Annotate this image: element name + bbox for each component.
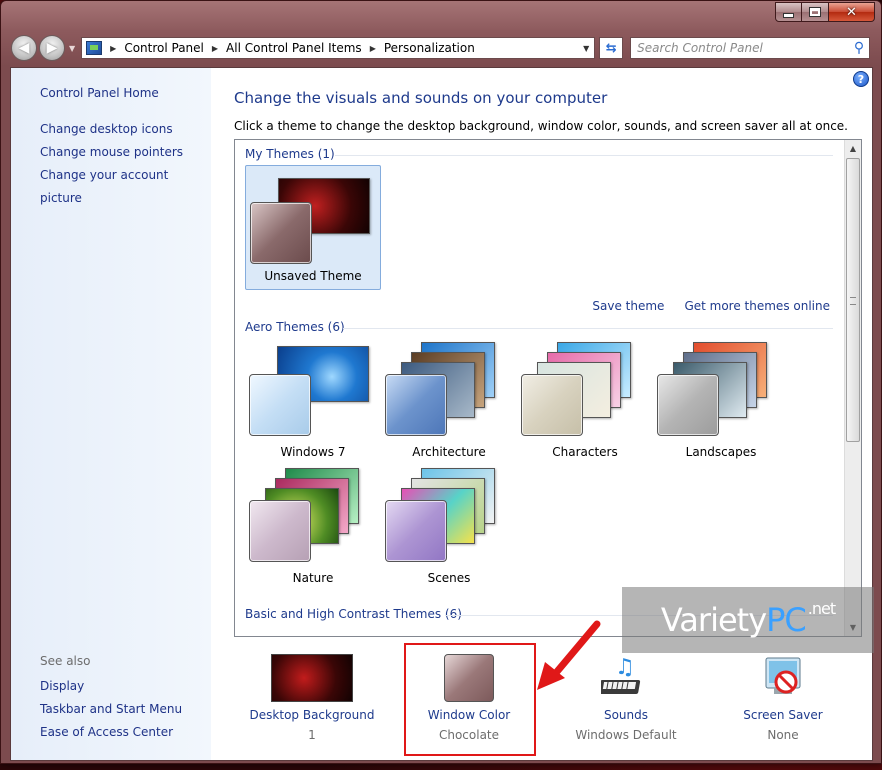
back-button[interactable]: ◀ — [11, 35, 37, 61]
search-placeholder: Search Control Panel — [637, 41, 763, 55]
theme-tile-architecture[interactable]: Architecture — [381, 340, 517, 465]
content-area: Control Panel Home Change desktop icons … — [10, 67, 874, 761]
screen-saver-icon — [758, 654, 808, 702]
see-also-list: Display Taskbar and Start Menu Ease of A… — [40, 675, 182, 744]
screen-saver-label[interactable]: Screen Saver — [708, 708, 858, 722]
theme-label: Characters — [552, 445, 618, 459]
theme-tile-unsaved[interactable]: Unsaved Theme — [245, 165, 381, 290]
group-basic-themes[interactable]: Basic and High Contrast Themes (6) — [245, 607, 462, 621]
search-input[interactable]: Search Control Panel ⚲ — [630, 37, 871, 59]
theme-list-scrollbar[interactable]: ▲ ▼ — [844, 140, 861, 636]
theme-tile-landscapes[interactable]: Landscapes — [653, 340, 789, 465]
theme-color-swatch — [657, 374, 719, 436]
back-arrow-icon: ◀ — [18, 40, 30, 56]
breadcrumb-control-panel[interactable]: Control Panel — [124, 41, 204, 55]
save-theme-link[interactable]: Save theme — [592, 299, 664, 313]
window-color-highlight — [404, 643, 536, 756]
group-aero-themes[interactable]: Aero Themes (6) — [245, 320, 345, 334]
theme-color-swatch — [385, 374, 447, 436]
see-also-heading: See also — [40, 654, 91, 668]
page-title: Change the visuals and sounds on your co… — [234, 89, 608, 107]
theme-color-swatch — [385, 500, 447, 562]
get-more-themes-link[interactable]: Get more themes online — [684, 299, 830, 313]
group-divider — [343, 328, 833, 329]
desktop-background-value: 1 — [308, 728, 316, 742]
theme-label: Unsaved Theme — [264, 269, 362, 283]
theme-label: Windows 7 — [280, 445, 346, 459]
group-divider — [335, 155, 833, 156]
search-icon[interactable]: ⚲ — [854, 40, 864, 56]
sounds-value: Windows Default — [575, 728, 677, 742]
refresh-button[interactable]: ⇆ — [599, 37, 624, 59]
scroll-up-icon[interactable]: ▲ — [845, 140, 861, 157]
theme-tile-windows7[interactable]: Windows 7 — [245, 340, 381, 465]
sidebar: Control Panel Home Change desktop icons … — [11, 68, 211, 760]
sidebar-item-account-picture[interactable]: Change your account picture — [40, 164, 211, 210]
close-icon: ✕ — [846, 4, 857, 20]
page-subtitle: Click a theme to change the desktop back… — [234, 119, 848, 133]
minimize-icon — [784, 13, 793, 17]
breadcrumb-all-items[interactable]: All Control Panel Items — [226, 41, 362, 55]
theme-color-swatch — [249, 500, 311, 562]
watermark-pc: PC — [766, 601, 807, 639]
theme-label: Nature — [292, 571, 334, 585]
breadcrumb-personalization[interactable]: Personalization — [384, 41, 475, 55]
watermark-variety: Variety — [660, 601, 767, 639]
theme-color-swatch — [521, 374, 583, 436]
theme-tile-characters[interactable]: Characters — [517, 340, 653, 465]
watermark: Variety PC .net — [622, 587, 874, 653]
theme-list: My Themes (1) Unsaved Theme Save theme G… — [234, 139, 862, 637]
breadcrumb-separator-icon[interactable]: ▶ — [370, 44, 376, 53]
theme-label: Scenes — [427, 571, 471, 585]
theme-color-swatch — [250, 202, 312, 264]
theme-label: Landscapes — [685, 445, 757, 459]
red-arrow-annotation — [537, 620, 601, 690]
help-icon[interactable]: ? — [853, 71, 869, 87]
caption-buttons: ✕ — [775, 2, 875, 22]
maximize-icon — [810, 8, 820, 16]
sounds-label[interactable]: Sounds — [551, 708, 701, 722]
navigation-bar: ◀ ▶ ▼ ▶ Control Panel ▶ All Control Pane… — [11, 33, 873, 63]
screen-saver-setting[interactable]: Screen Saver None — [708, 654, 858, 742]
desktop-background-thumb — [271, 654, 353, 702]
forward-arrow-icon: ▶ — [46, 40, 58, 56]
personalization-window: ✕ ◀ ▶ ▼ ▶ Control Panel ▶ All Control Pa… — [0, 0, 882, 764]
see-also-taskbar[interactable]: Taskbar and Start Menu — [40, 698, 182, 721]
breadcrumb-separator-icon[interactable]: ▶ — [110, 44, 116, 53]
watermark-net: .net — [807, 599, 836, 618]
address-bar[interactable]: ▶ Control Panel ▶ All Control Panel Item… — [81, 37, 596, 59]
forward-button[interactable]: ▶ — [39, 35, 65, 61]
control-panel-icon — [86, 41, 103, 55]
theme-label: Architecture — [412, 445, 486, 459]
theme-tile-scenes[interactable]: Scenes — [381, 466, 517, 591]
address-dropdown-icon[interactable]: ▼ — [578, 38, 594, 58]
breadcrumb-separator-icon[interactable]: ▶ — [212, 44, 218, 53]
recent-pages-dropdown-icon[interactable]: ▼ — [69, 44, 75, 53]
desktop-background-label[interactable]: Desktop Background — [237, 708, 387, 722]
sidebar-item-mouse-pointers[interactable]: Change mouse pointers — [40, 141, 211, 164]
theme-actions: Save theme Get more themes online — [592, 299, 830, 313]
sidebar-item-control-panel-home[interactable]: Control Panel Home — [40, 82, 211, 105]
theme-tile-nature[interactable]: Nature — [245, 466, 381, 591]
maximize-button[interactable] — [802, 2, 829, 22]
screen-saver-value: None — [767, 728, 799, 742]
sounds-icon: ♫ — [598, 654, 651, 702]
see-also-ease-of-access[interactable]: Ease of Access Center — [40, 721, 182, 744]
sidebar-item-desktop-icons[interactable]: Change desktop icons — [40, 118, 211, 141]
see-also-display[interactable]: Display — [40, 675, 182, 698]
desktop-background-setting[interactable]: Desktop Background 1 — [237, 654, 387, 742]
minimize-button[interactable] — [775, 2, 802, 22]
group-my-themes[interactable]: My Themes (1) — [245, 147, 335, 161]
scrollbar-thumb[interactable] — [846, 158, 860, 442]
theme-color-swatch — [249, 374, 311, 436]
svg-text:♫: ♫ — [615, 655, 635, 680]
refresh-icon: ⇆ — [605, 40, 617, 56]
close-button[interactable]: ✕ — [829, 2, 875, 22]
